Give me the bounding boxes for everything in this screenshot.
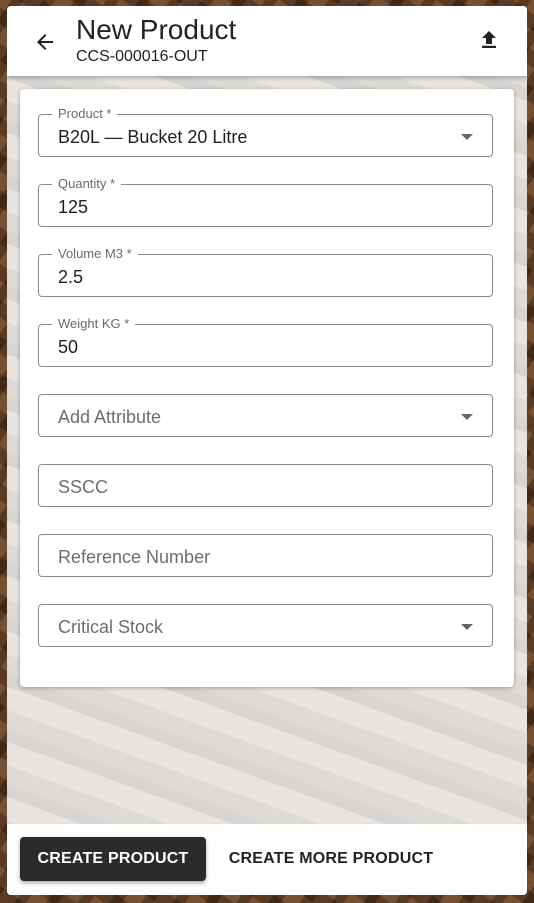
volume-label: Volume M3 * xyxy=(52,246,138,262)
back-button[interactable] xyxy=(29,26,61,58)
weight-value: 50 xyxy=(58,337,79,357)
volume-value: 2.5 xyxy=(58,267,84,287)
upload-icon xyxy=(482,31,496,48)
create-product-button[interactable]: CREATE PRODUCT xyxy=(20,837,206,881)
quantity-value: 125 xyxy=(58,197,89,217)
critical-stock-placeholder: Critical Stock xyxy=(58,617,164,637)
page-subtitle: CCS-000016-OUT xyxy=(76,48,208,65)
quantity-field[interactable]: Quantity * 125 xyxy=(38,176,493,227)
product-label: Product * xyxy=(52,106,118,122)
chevron-down-icon xyxy=(461,414,473,420)
reference-number-field[interactable]: Reference Number xyxy=(38,534,493,577)
page-title: New Product xyxy=(76,14,237,45)
chevron-down-icon xyxy=(461,624,473,630)
weight-field[interactable]: Weight KG * 50 xyxy=(38,316,493,367)
chevron-down-icon xyxy=(461,134,473,140)
product-select[interactable]: Product * B20L — Bucket 20 Litre xyxy=(38,106,493,157)
add-attribute-select[interactable]: Add Attribute xyxy=(38,394,493,437)
action-footer: CREATE PRODUCT CREATE MORE PRODUCT xyxy=(7,824,527,895)
app-frame: New Product CCS-000016-OUT Product * B20… xyxy=(7,6,527,895)
reference-number-placeholder: Reference Number xyxy=(58,547,211,567)
sscc-field[interactable]: SSCC xyxy=(38,464,493,507)
product-form-card: Product * B20L — Bucket 20 Litre Quantit… xyxy=(20,89,514,687)
weight-label: Weight KG * xyxy=(52,316,136,332)
upload-button[interactable] xyxy=(473,24,505,56)
create-more-product-button[interactable]: CREATE MORE PRODUCT xyxy=(217,837,445,881)
critical-stock-select[interactable]: Critical Stock xyxy=(38,604,493,647)
volume-field[interactable]: Volume M3 * 2.5 xyxy=(38,246,493,297)
product-value: B20L — Bucket 20 Litre xyxy=(58,127,248,147)
arrow-left-icon xyxy=(37,34,53,50)
add-attribute-placeholder: Add Attribute xyxy=(58,407,162,427)
app-header: New Product CCS-000016-OUT xyxy=(7,6,527,76)
sscc-placeholder: SSCC xyxy=(58,477,109,497)
quantity-label: Quantity * xyxy=(52,176,122,192)
